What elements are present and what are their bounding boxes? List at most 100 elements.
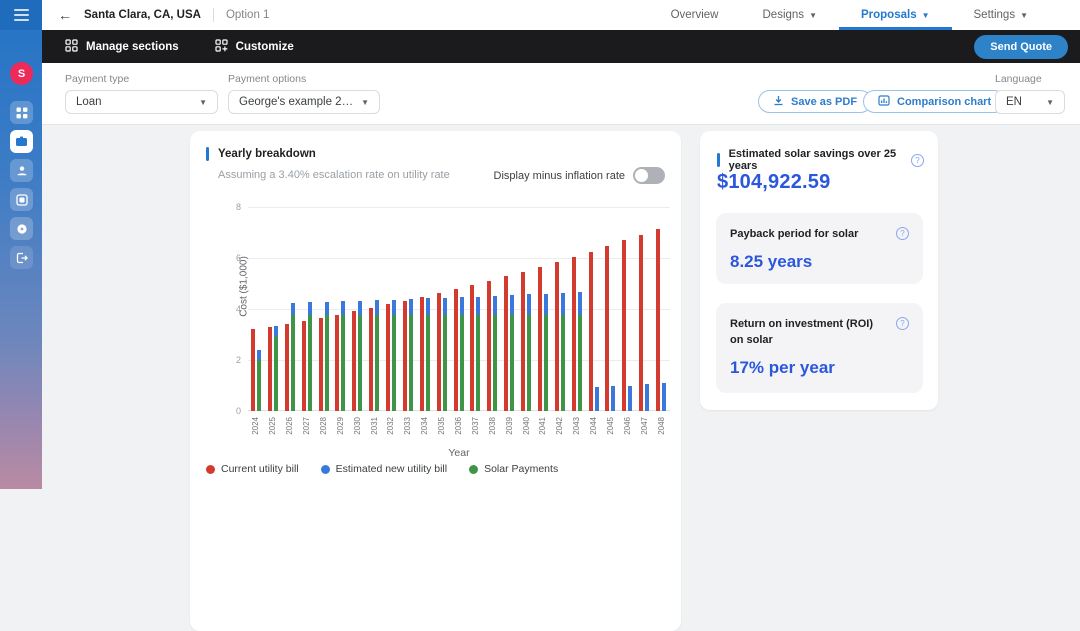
nav-tab-designs[interactable]: Designs▼ [741, 0, 839, 30]
bar-group-2047 [636, 207, 653, 411]
bar-group-2042 [552, 207, 569, 411]
avatar[interactable]: S [10, 62, 33, 85]
bar-solar-payments [460, 315, 464, 411]
download-icon [773, 95, 784, 109]
nav-tab-settings[interactable]: Settings▼ [952, 0, 1050, 30]
x-tick-label: 2042 [555, 417, 565, 451]
x-tick-label: 2032 [386, 417, 396, 451]
bar-estimated-new-utility-bill [460, 297, 464, 315]
manage-sections-button[interactable]: Manage sections [65, 39, 179, 55]
bar-estimated-new-utility-bill [426, 298, 430, 315]
x-tick-label: 2024 [251, 417, 261, 451]
save-as-pdf-button[interactable]: Save as PDF [758, 90, 872, 113]
proposal-content: Yearly breakdown Assuming a 3.40% escala… [42, 125, 1080, 489]
bar-group-2041 [535, 207, 552, 411]
sidebar-item-proposal[interactable] [10, 130, 33, 153]
x-tick-label: 2033 [403, 417, 413, 451]
user-icon [16, 165, 28, 177]
legend-dot [469, 465, 478, 474]
x-tick-label: 2029 [336, 417, 346, 451]
help-icon[interactable]: ? [896, 317, 909, 330]
bar-current-utility-bill [504, 276, 508, 411]
x-tick-label: 2041 [538, 417, 548, 451]
accent-bar [206, 147, 209, 161]
bar-estimated-new-utility-bill [375, 300, 379, 315]
back-arrow-icon[interactable]: ← [58, 7, 72, 23]
bar-group-2036 [451, 207, 468, 411]
x-tick-label: 2027 [302, 417, 312, 451]
bar-estimated-new-utility-bill [578, 292, 582, 315]
legend-label: Current utility bill [221, 463, 299, 475]
bar-solar-payments [274, 337, 278, 411]
nav-tabs: OverviewDesigns▼Proposals▼Settings▼ [649, 0, 1080, 30]
bar-group-2038 [484, 207, 501, 411]
bar-current-utility-bill [437, 293, 441, 411]
payback-card: Payback period for solar ? 8.25 years [716, 213, 923, 284]
hamburger-menu-icon[interactable] [0, 0, 42, 30]
x-tick-label: 2048 [657, 417, 667, 451]
bar-estimated-new-utility-bill [274, 326, 278, 337]
chart-subtitle: Assuming a 3.40% escalation rate on util… [218, 169, 450, 181]
x-tick-label: 2046 [623, 417, 633, 451]
bar-current-utility-bill [555, 262, 559, 411]
manage-sections-icon [65, 39, 78, 55]
bar-solar-payments [325, 315, 329, 411]
sidebar-item-help[interactable] [10, 217, 33, 240]
customize-label: Customize [236, 41, 294, 53]
bar-current-utility-bill [572, 257, 576, 411]
x-tick-label: 2036 [454, 417, 464, 451]
chat-bubble-icon [16, 223, 28, 235]
bar-group-2034 [417, 207, 434, 411]
bar-current-utility-bill [605, 246, 609, 411]
bar-estimated-new-utility-bill [493, 296, 497, 315]
bar-current-utility-bill [319, 318, 323, 411]
roi-label: Return on investment (ROI) on solar [730, 317, 888, 349]
sidebar-item-exit[interactable] [10, 246, 33, 269]
legend-label: Estimated new utility bill [336, 463, 447, 475]
language-label: Language [995, 73, 1065, 85]
bar-estimated-new-utility-bill [341, 301, 345, 315]
bar-current-utility-bill [285, 324, 289, 411]
comparison-chart-button[interactable]: Comparison chart [863, 90, 1006, 113]
chart-legend: Current utility bill Estimated new utilit… [206, 463, 558, 475]
bar-solar-payments [341, 315, 345, 411]
help-icon[interactable]: ? [896, 227, 909, 240]
bar-group-2044 [586, 207, 603, 411]
bar-solar-payments [291, 315, 295, 411]
bar-estimated-new-utility-bill [325, 302, 329, 316]
payment-type-select[interactable]: Loan ▼ [65, 90, 218, 114]
x-tick-label: 2047 [640, 417, 650, 451]
bar-current-utility-bill [622, 240, 626, 411]
nav-tab-proposals[interactable]: Proposals▼ [839, 0, 952, 30]
sidebar-item-sections[interactable] [10, 188, 33, 211]
top-navigation: ← Santa Clara, CA, USA Option 1 Overview… [42, 0, 1080, 30]
nav-tab-overview[interactable]: Overview [649, 0, 741, 30]
language-select[interactable]: EN ▼ [995, 90, 1065, 114]
bar-estimated-new-utility-bill [662, 383, 666, 411]
logout-icon [16, 252, 28, 264]
payment-type-value: Loan [76, 96, 102, 108]
bar-group-2027 [299, 207, 316, 411]
legend-label: Solar Payments [484, 463, 558, 475]
bar-current-utility-bill [487, 281, 491, 411]
chevron-down-icon: ▼ [1020, 11, 1028, 20]
payment-options-select[interactable]: George's example 20 Year... ▼ [228, 90, 380, 114]
comparison-chart-label: Comparison chart [897, 96, 991, 108]
project-title: Santa Clara, CA, USA [84, 9, 201, 21]
language-value: EN [1006, 96, 1022, 108]
bar-estimated-new-utility-bill [392, 300, 396, 316]
yearly-breakdown-card: Yearly breakdown Assuming a 3.40% escala… [190, 131, 681, 631]
bar-estimated-new-utility-bill [628, 386, 632, 412]
inflation-toggle[interactable] [633, 167, 665, 184]
bar-group-2045 [602, 207, 619, 411]
bar-current-utility-bill [420, 297, 424, 411]
payment-options-label: Payment options [228, 73, 380, 85]
customize-button[interactable]: Customize [215, 39, 294, 55]
sidebar-item-account[interactable] [10, 159, 33, 182]
send-quote-button[interactable]: Send Quote [974, 35, 1068, 59]
bar-group-2024 [248, 207, 265, 411]
payback-label: Payback period for solar [730, 227, 858, 243]
sidebar-item-apps[interactable] [10, 101, 33, 124]
help-icon[interactable]: ? [911, 154, 924, 167]
bar-estimated-new-utility-bill [291, 303, 295, 316]
